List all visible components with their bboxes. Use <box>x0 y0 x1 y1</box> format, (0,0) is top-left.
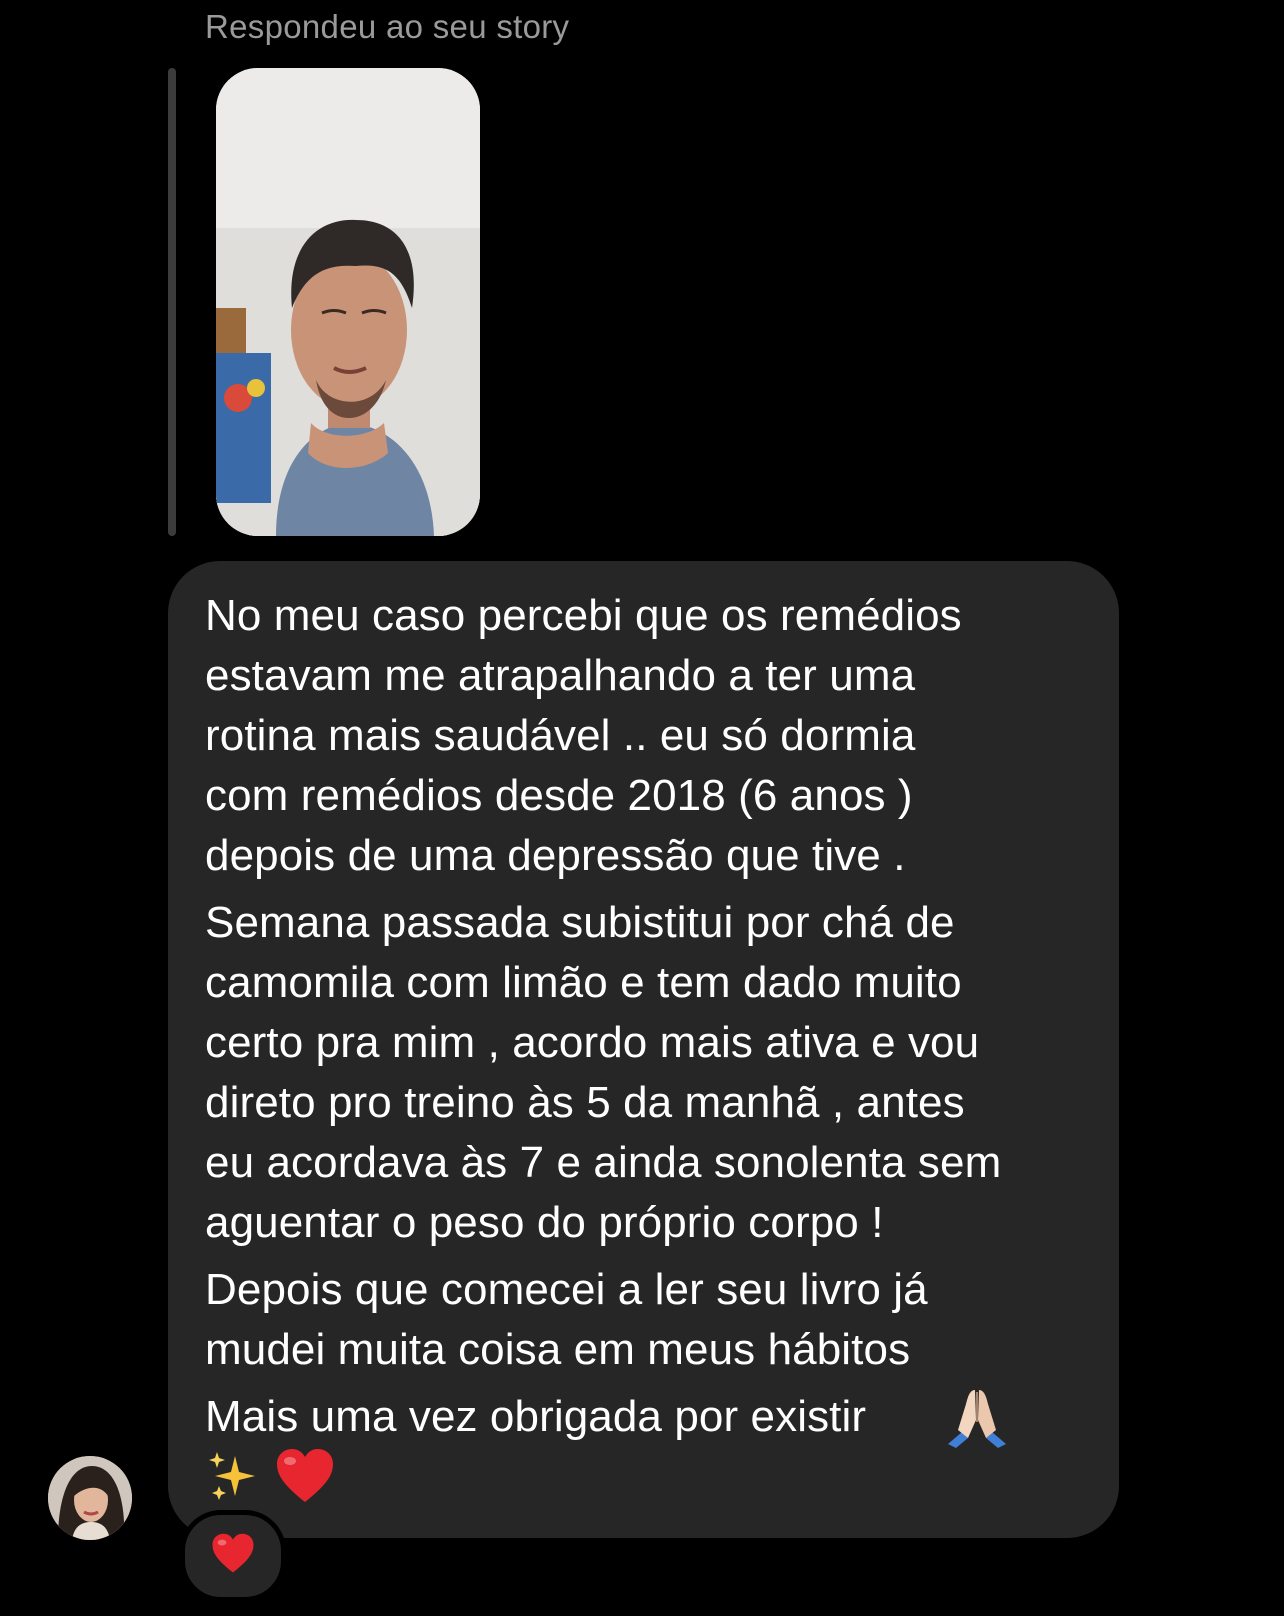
message-line: com remédios desde 2018 (6 anos ) <box>205 771 913 820</box>
message-line: camomila com limão e tem dado muito <box>205 958 962 1007</box>
message-line: estavam me atrapalhando a ter uma <box>205 651 916 700</box>
message-line: depois de uma depressão que tive . <box>205 831 906 880</box>
praying-hands-icon <box>944 1386 1010 1448</box>
reply-context-label: Respondeu ao seu story <box>205 8 570 45</box>
message-line: Semana passada subistitui por chá de <box>205 898 955 947</box>
red-heart-icon <box>211 1533 255 1579</box>
sender-avatar[interactable] <box>48 1456 132 1540</box>
message-line: aguentar o peso do próprio corpo ! <box>205 1198 884 1247</box>
message-line: Depois que comecei a ler seu livro já <box>205 1265 928 1314</box>
message-line: certo pra mim , acordo mais ativa e vou <box>205 1018 980 1067</box>
message-line: No meu caso percebi que os remédios <box>205 591 962 640</box>
story-thumbnail[interactable] <box>216 68 480 536</box>
message-line: mudei muita coisa em meus hábitos <box>205 1325 911 1374</box>
trailing-emojis <box>205 1448 335 1508</box>
message-reaction[interactable] <box>180 1510 286 1602</box>
red-heart-icon <box>275 1448 335 1509</box>
message-line: eu acordava às 7 e ainda sonolenta sem <box>205 1138 1002 1187</box>
message-line: rotina mais saudável .. eu só dormia <box>205 711 916 760</box>
message-line: Mais uma vez obrigada por existir <box>205 1392 867 1441</box>
sparkles-icon <box>205 1448 261 1509</box>
message-line: direto pro treino às 5 da manhã , antes <box>205 1078 965 1127</box>
quote-bar <box>168 68 176 536</box>
